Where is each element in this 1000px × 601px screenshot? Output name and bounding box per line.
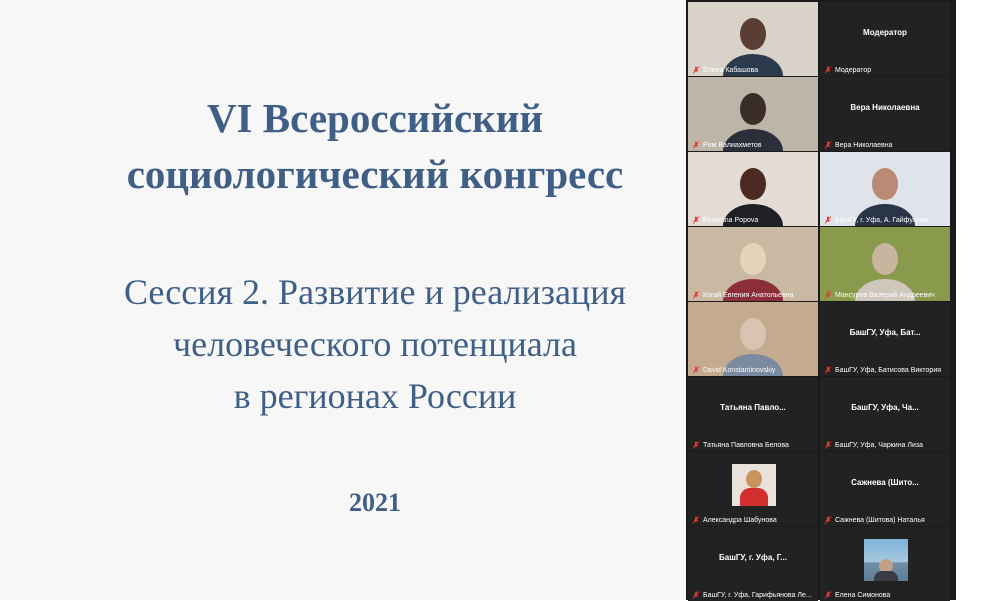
participant-name-label: David Konstantinovskiy	[692, 366, 816, 374]
participant-video	[688, 227, 818, 301]
participant-display-name: Татьяна Павло...	[720, 403, 786, 412]
participant-name: БашГУ, г. Уфа, Гарифьянова Ле...	[703, 591, 812, 599]
participant-name: Ekaterina Popova	[703, 216, 759, 224]
slide-year: 2021	[349, 488, 401, 517]
right-margin	[956, 0, 1000, 600]
participant-name: Рим Валиахметов	[703, 141, 762, 149]
muted-mic-icon	[692, 441, 700, 449]
participant-video	[688, 2, 818, 76]
participant-tile[interactable]: Сажнева (Шито... Сажнева (Шитова) Наталья	[820, 452, 950, 526]
slide-subtitle-line-1: Сессия 2. Развитие и реализация	[123, 272, 627, 312]
participant-name: Мансуров Валерий Андреевич	[835, 291, 935, 299]
participant-name-label: Елена Кабашова	[692, 66, 816, 74]
participant-name: David Konstantinovskiy	[703, 366, 776, 374]
participant-video	[688, 77, 818, 151]
participant-name: БашГУ, Уфа, Батисова Виктория	[835, 366, 942, 374]
participant-name-label: Сажнева (Шитова) Наталья	[824, 516, 948, 524]
muted-mic-icon	[692, 591, 700, 599]
participant-tile[interactable]: БашГУ, г. Уфа, Г... БашГУ, г. Уфа, Гарифь…	[688, 527, 818, 601]
muted-mic-icon	[824, 366, 832, 374]
participant-name: Татьяна Павловна Белова	[703, 441, 789, 449]
participant-name-label: БашГУ, г. Уфа, Гарифьянова Ле...	[692, 591, 816, 599]
muted-mic-icon	[824, 591, 832, 599]
avatar	[732, 464, 776, 506]
participant-tile[interactable]: Вера Николаевна Вера Николаевна	[820, 77, 950, 151]
participant-tile[interactable]: БашГУ, Уфа, Ча... БашГУ, Уфа, Чаркина Лиз…	[820, 377, 950, 451]
participant-name: Вера Николаевна	[835, 141, 893, 149]
muted-mic-icon	[824, 141, 832, 149]
participant-name-label: БашГУ, Уфа, Батисова Виктория	[824, 366, 948, 374]
participant-display-name: БашГУ, Уфа, Бат...	[849, 328, 921, 337]
avatar	[864, 539, 908, 581]
participant-video	[688, 302, 818, 376]
slide-title: VI Всероссийский социологический конгрес…	[0, 90, 750, 202]
participant-name-label: Татьяна Павловна Белова	[692, 441, 816, 449]
muted-mic-icon	[692, 366, 700, 374]
participant-name: Модератор	[835, 66, 872, 74]
participant-name: Елена Симонова	[835, 591, 891, 599]
muted-mic-icon	[824, 291, 832, 299]
participant-name: БашГУ, г. Уфа, А. Гайфуллин	[835, 216, 929, 224]
slide-subtitle-line-2: человеческого потенциала	[173, 324, 577, 364]
muted-mic-icon	[692, 216, 700, 224]
participant-tile[interactable]: Елена Симонова	[820, 527, 950, 601]
participant-display-name: Сажнева (Шито...	[851, 478, 919, 487]
participant-display-name: БашГУ, Уфа, Ча...	[851, 403, 919, 412]
participant-display-name: Вера Николаевна	[850, 103, 920, 112]
participant-name-label: Елена Симонова	[824, 591, 948, 599]
participant-gallery: Елена Кабашова Модератор Модератор Рим Вали…	[686, 0, 956, 601]
muted-mic-icon	[824, 516, 832, 524]
participant-tile[interactable]: David Konstantinovskiy	[688, 302, 818, 376]
participant-tile[interactable]: Рим Валиахметов	[688, 77, 818, 151]
slide-subtitle: Сессия 2. Развитие и реализация человече…	[0, 266, 750, 422]
participant-name-label: Вера Николаевна	[824, 141, 948, 149]
muted-mic-icon	[692, 516, 700, 524]
participant-name: Сажнева (Шитова) Наталья	[835, 516, 925, 524]
muted-mic-icon	[824, 216, 832, 224]
participant-name-label: БашГУ, г. Уфа, А. Гайфуллин	[824, 216, 948, 224]
slide-title-line-1: VI Всероссийский	[206, 95, 544, 141]
participant-display-name: Модератор	[863, 28, 907, 37]
participant-name-label: Рим Валиахметов	[692, 141, 816, 149]
participant-name-label: Когай Евгения Анатольевна	[692, 291, 816, 299]
participant-video	[688, 152, 818, 226]
participant-name-label: Александра Шабунова	[692, 516, 816, 524]
participant-name: БашГУ, Уфа, Чаркина Лиза	[835, 441, 924, 449]
participant-tile[interactable]: Александра Шабунова	[688, 452, 818, 526]
participant-tile[interactable]: Елена Кабашова	[688, 2, 818, 76]
participant-tile[interactable]: БашГУ, Уфа, Бат... БашГУ, Уфа, Батисова В…	[820, 302, 950, 376]
participant-video	[820, 227, 950, 301]
participant-name-label: Ekaterina Popova	[692, 216, 816, 224]
muted-mic-icon	[824, 441, 832, 449]
participant-name-label: БашГУ, Уфа, Чаркина Лиза	[824, 441, 948, 449]
participant-tile[interactable]: БашГУ, г. Уфа, А. Гайфуллин	[820, 152, 950, 226]
presentation-slide: VI Всероссийский социологический конгрес…	[0, 0, 690, 600]
participant-tile[interactable]: Ekaterina Popova	[688, 152, 818, 226]
muted-mic-icon	[824, 66, 832, 74]
participant-display-name: БашГУ, г. Уфа, Г...	[719, 553, 787, 562]
participant-video	[820, 152, 950, 226]
participant-name: Александра Шабунова	[703, 516, 777, 524]
participant-name: Елена Кабашова	[703, 66, 759, 74]
muted-mic-icon	[692, 291, 700, 299]
slide-subtitle-line-3: в регионах России	[233, 376, 517, 416]
slide-title-line-2: социологический конгресс	[126, 151, 624, 197]
participant-tile[interactable]: Мансуров Валерий Андреевич	[820, 227, 950, 301]
participant-name-label: Мансуров Валерий Андреевич	[824, 291, 948, 299]
participant-name-label: Модератор	[824, 66, 948, 74]
participant-name: Когай Евгения Анатольевна	[703, 291, 794, 299]
participant-tile[interactable]: Модератор Модератор	[820, 2, 950, 76]
muted-mic-icon	[692, 66, 700, 74]
participant-tile[interactable]: Когай Евгения Анатольевна	[688, 227, 818, 301]
muted-mic-icon	[692, 141, 700, 149]
participant-tile[interactable]: Татьяна Павло... Татьяна Павловна Белова	[688, 377, 818, 451]
